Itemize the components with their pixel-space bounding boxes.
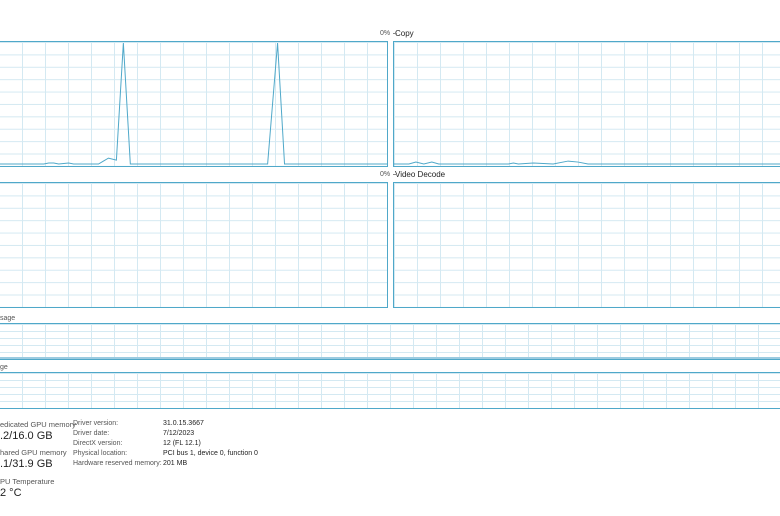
gpu-temperature-label: PU Temperature [0,477,55,486]
engine-graph-top-left [0,41,388,167]
shared-memory-label: hared GPU memory [0,448,67,457]
physical-location-value: PCI bus 1, device 0, function 0 [163,450,258,457]
driver-date-key: Driver date: [73,430,110,437]
dropdown-chevron-icon[interactable] [393,33,397,34]
physical-location-key: Physical location: [73,450,128,457]
reserved-memory-key: Hardware reserved memory: [73,460,162,467]
shared-memory-graph-title: ge [0,364,8,371]
driver-version-key: Driver version: [73,420,119,427]
engine-graph-video-decode [393,182,780,308]
directx-version-value: 12 (FL 12.1) [163,440,201,447]
engine-graph-copy [393,41,780,167]
engine-copy-title[interactable]: Copy [395,29,414,38]
directx-version-key: DirectX version: [73,440,123,447]
engine-left-percent: 0% [380,30,391,37]
shared-memory-value: .1/31.9 GB [0,458,53,470]
engine-mid-left-percent: 0% [380,171,391,178]
dedicated-memory-value: .2/16.0 GB [0,430,53,442]
gpu-temperature-value: 2 °C [0,487,22,499]
dropdown-chevron-icon[interactable] [393,174,397,175]
dedicated-memory-graph-title: sage [0,315,16,322]
shared-memory-graph [0,372,780,409]
dedicated-memory-graph [0,323,780,360]
engine-graph-mid-left [0,182,388,308]
driver-version-value: 31.0.15.3667 [163,420,204,427]
reserved-memory-value: 201 MB [163,460,188,467]
engine-line-top-left [0,42,387,165]
dedicated-memory-label: edicated GPU memory [0,420,76,429]
engine-video-decode-title[interactable]: Video Decode [395,170,445,179]
driver-date-value: 7/12/2023 [163,430,195,437]
engine-line-copy [394,160,780,165]
